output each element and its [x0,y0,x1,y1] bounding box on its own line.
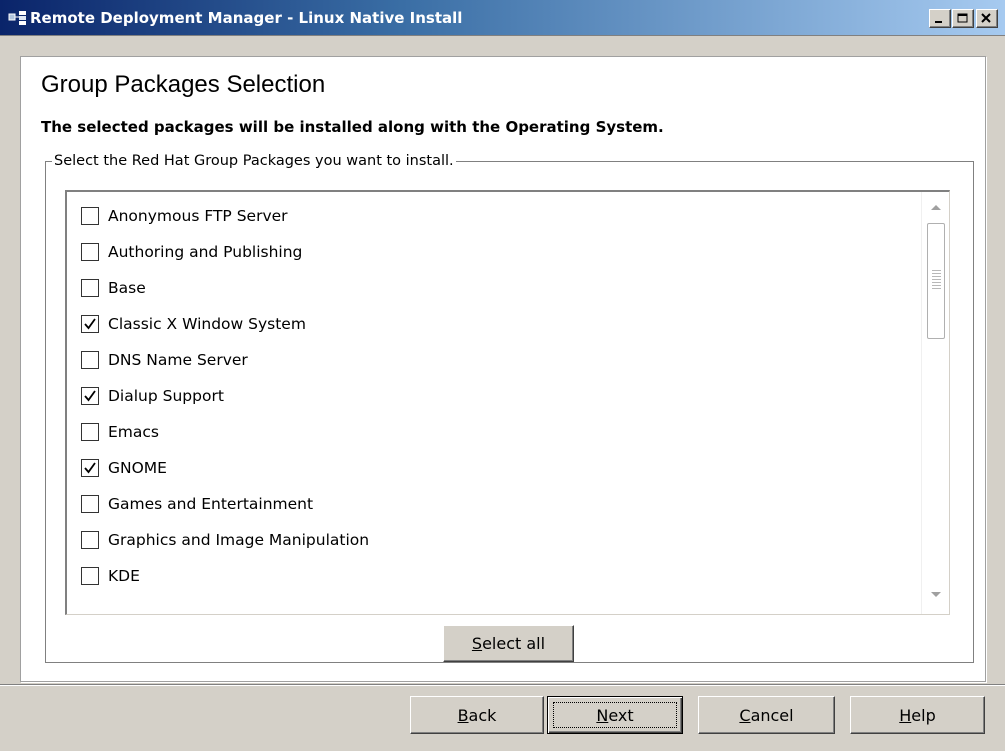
package-checkbox[interactable] [81,567,99,585]
page-title: Group Packages Selection [41,71,326,98]
scrollbar-thumb[interactable] [927,223,945,339]
arrow-down-icon[interactable] [931,592,941,598]
package-label: Classic X Window System [108,315,306,333]
package-checkbox[interactable] [81,387,99,405]
package-item[interactable]: Emacs [81,420,159,444]
package-item[interactable]: Games and Entertainment [81,492,313,516]
package-checkbox[interactable] [81,531,99,549]
arrow-up-icon[interactable] [931,204,941,210]
package-item[interactable]: Base [81,276,146,300]
package-label: Games and Entertainment [108,495,314,513]
package-item[interactable]: Graphics and Image Manipulation [81,528,369,552]
package-item[interactable]: Dialup Support [81,384,224,408]
back-button[interactable]: Back [410,696,544,734]
package-label: Authoring and Publishing [108,243,303,261]
package-checkbox[interactable] [81,315,99,333]
package-label: GNOME [108,459,167,477]
minimize-button[interactable] [929,9,951,28]
window-title: Remote Deployment Manager - Linux Native… [30,9,463,27]
package-checkbox[interactable] [81,279,99,297]
package-checkbox[interactable] [81,495,99,513]
content-panel: Group Packages Selection The selected pa… [20,56,986,682]
footer-divider [0,684,1005,686]
package-group-box: Select the Red Hat Group Packages you wa… [45,153,974,663]
group-legend: Select the Red Hat Group Packages you wa… [54,153,454,169]
checkmark-icon [84,462,96,474]
package-checkbox[interactable] [81,243,99,261]
title-bar[interactable]: Remote Deployment Manager - Linux Native… [0,0,1005,36]
package-list[interactable]: Anonymous FTP Server Authoring and Publis… [65,190,950,615]
package-item[interactable]: DNS Name Server [81,348,248,372]
vertical-scrollbar[interactable] [921,192,949,614]
package-item[interactable]: Anonymous FTP Server [81,204,288,228]
rdm-app-icon [8,10,28,26]
package-item[interactable]: Classic X Window System [81,312,306,336]
package-label: Emacs [108,423,159,441]
package-checkbox[interactable] [81,207,99,225]
next-button[interactable]: Next [547,696,683,734]
package-label: Graphics and Image Manipulation [108,531,370,549]
minimize-icon [935,21,942,23]
help-button[interactable]: Help [850,696,985,734]
page-description: The selected packages will be installed … [41,118,664,136]
package-label: DNS Name Server [108,351,248,369]
cancel-button[interactable]: Cancel [698,696,835,734]
package-label: Anonymous FTP Server [108,207,288,225]
package-checkbox[interactable] [81,351,99,369]
maximize-button[interactable] [952,9,974,28]
package-checkbox[interactable] [81,459,99,477]
checkmark-icon [84,318,96,330]
close-icon [981,13,991,23]
package-item[interactable]: Authoring and Publishing [81,240,302,264]
select-all-button[interactable]: Select all [443,625,574,662]
focus-ring [553,702,677,728]
package-item[interactable]: KDE [81,564,140,588]
package-label: KDE [108,567,140,585]
checkmark-icon [84,390,96,402]
maximize-icon [957,13,968,23]
close-button[interactable] [976,9,998,28]
package-checkbox[interactable] [81,423,99,441]
package-item[interactable]: GNOME [81,456,167,480]
package-label: Dialup Support [108,387,224,405]
package-label: Base [108,279,146,297]
